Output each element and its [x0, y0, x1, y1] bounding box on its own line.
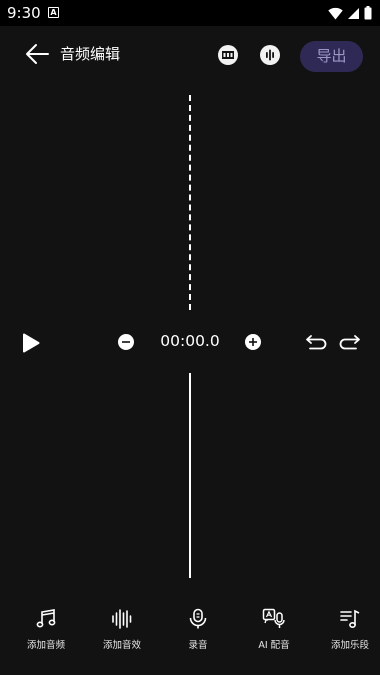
page-title: 音频编辑: [60, 45, 121, 63]
status-time: 9:30: [7, 4, 41, 22]
back-arrow-icon[interactable]: [24, 42, 50, 66]
playback-controls: 00:00.0: [0, 326, 380, 358]
play-icon[interactable]: [22, 333, 40, 353]
playhead-line[interactable]: [188, 373, 191, 578]
ai-dubbing-icon: [262, 608, 285, 628]
wifi-icon: [328, 7, 343, 19]
export-button[interactable]: 导出: [300, 41, 363, 72]
music-note-icon: [36, 609, 56, 628]
record-button[interactable]: 录音: [162, 600, 234, 656]
redo-icon[interactable]: [339, 334, 361, 350]
sound-wave-icon: [112, 609, 132, 629]
bottom-toolbar: 添加音频 添加音效 录音 AI 配音 添加乐段: [0, 600, 380, 660]
zoom-out-button[interactable]: [118, 334, 134, 350]
nav-label: AI 配音: [258, 640, 290, 651]
cellular-signal-icon: [348, 7, 359, 19]
playhead-guide-line: [189, 95, 191, 310]
zoom-in-button[interactable]: [245, 334, 261, 350]
microphone-icon: [189, 608, 207, 629]
ai-dubbing-button[interactable]: AI 配音: [238, 600, 310, 656]
minus-icon: [122, 341, 130, 343]
status-bar: 9:30 A: [0, 0, 380, 26]
notification-icon: A: [48, 7, 59, 18]
film-frame-icon[interactable]: [218, 45, 238, 65]
playback-time: 00:00.0: [160, 332, 220, 350]
add-audio-button[interactable]: 添加音频: [10, 600, 82, 656]
audio-waveform-icon[interactable]: [260, 45, 280, 65]
music-segment-icon: [340, 609, 360, 629]
plus-icon: [249, 338, 257, 346]
add-sound-effect-button[interactable]: 添加音效: [86, 600, 158, 656]
toolbar: 音频编辑 导出: [0, 26, 380, 84]
status-icons: [328, 5, 372, 21]
add-music-segment-button[interactable]: 添加乐段: [314, 600, 380, 656]
nav-label: 添加乐段: [330, 640, 369, 651]
undo-icon[interactable]: [305, 334, 327, 350]
battery-icon: [364, 6, 372, 20]
nav-label: 录音: [188, 640, 208, 651]
nav-label: 添加音效: [102, 640, 141, 651]
nav-label: 添加音频: [26, 640, 65, 651]
